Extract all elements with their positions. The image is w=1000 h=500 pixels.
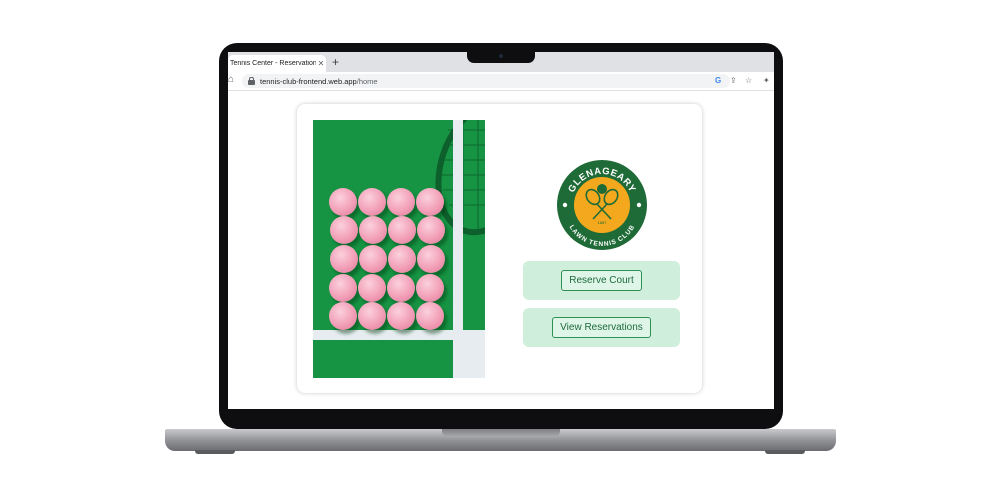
tennis-ball [388,245,416,273]
club-logo: GLENAGEARY LAWN TENNIS CLUB 1887 [557,160,647,250]
tennis-ball [417,216,445,244]
tennis-ball-grid [329,188,447,334]
home-icon[interactable]: ⌂ [228,75,234,85]
share-icon[interactable]: ⇪ [730,76,737,85]
logo-year: 1887 [598,220,608,225]
url-host: tennis-club-frontend.web.app [260,76,357,86]
tennis-ball [416,274,444,302]
tennis-ball [358,274,386,302]
reserve-court-button[interactable]: Reserve Court [561,270,642,291]
address-bar[interactable]: tennis-club-frontend.web.app/home [242,74,730,88]
url-path: /home [356,76,378,86]
url-text: tennis-club-frontend.web.app/home [260,77,378,86]
tennis-balls-photo [313,120,485,378]
tennis-ball [387,274,415,302]
extensions-icon[interactable]: ✦ [763,76,770,85]
view-reservations-button[interactable]: View Reservations [552,317,651,338]
tennis-ball [417,245,445,273]
google-icon[interactable]: G [715,76,721,85]
tennis-ball [329,188,357,216]
reserve-court-tile: Reserve Court [523,261,680,300]
laptop-foot-right [765,450,805,454]
page-content: GLENAGEARY LAWN TENNIS CLUB 1887 Reserve… [228,91,774,409]
tennis-ball [358,188,386,216]
tab-title: Tennis Center - Reservation A... [230,60,316,67]
home-card: GLENAGEARY LAWN TENNIS CLUB 1887 Reserve… [297,104,702,393]
tennis-ball [329,302,357,330]
camera-icon [499,54,503,58]
tennis-ball [388,216,416,244]
tennis-ball [416,302,444,330]
lock-icon[interactable] [248,76,255,85]
tree-icon [597,184,607,194]
tennis-ball [330,216,358,244]
new-tab-button[interactable]: + [332,56,339,68]
tennis-ball [358,302,386,330]
laptop-foot-left [195,450,235,454]
tennis-ball [330,245,358,273]
browser-toolbar: ⌂ tennis-club-frontend.web.app/home G ⇪ … [228,72,774,91]
browser-tab[interactable]: Tennis Center - Reservation A... ✕ [228,55,326,72]
tennis-ball [387,302,415,330]
tennis-ball [329,274,357,302]
tennis-ball [359,245,387,273]
laptop-screen: Tennis Center - Reservation A... ✕ + ⌂ t… [228,52,774,409]
tennis-ball [416,188,444,216]
tennis-ball [359,216,387,244]
close-icon[interactable]: ✕ [316,59,326,68]
view-reservations-tile: View Reservations [523,308,680,347]
star-icon[interactable]: ☆ [745,76,752,85]
laptop-base-notch [442,429,560,437]
court-corner [463,340,485,378]
tennis-ball [387,188,415,216]
